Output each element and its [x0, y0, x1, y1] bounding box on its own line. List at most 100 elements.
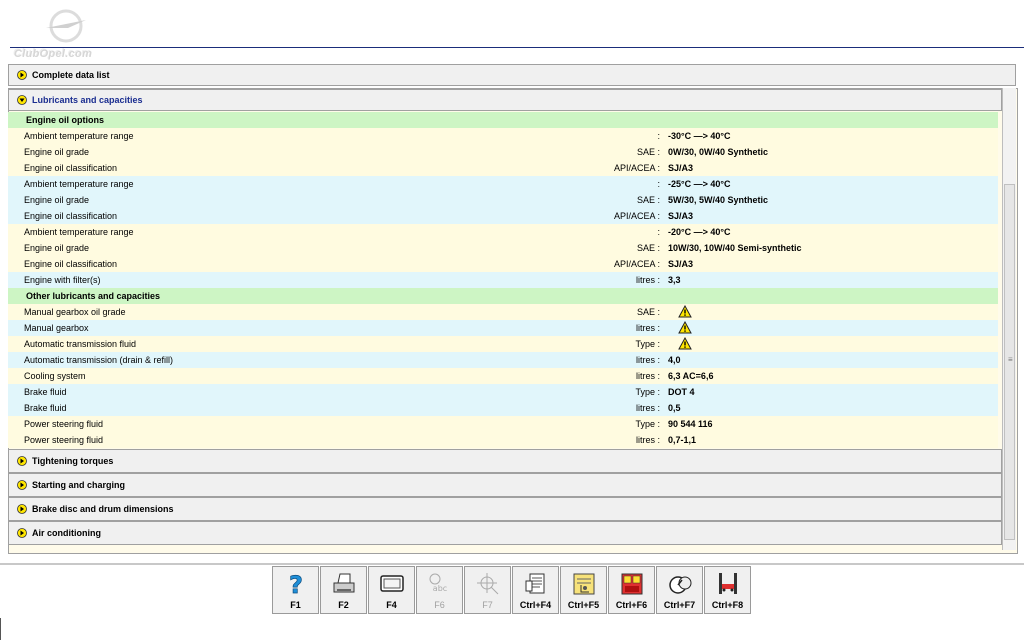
- row-label: Manual gearbox oil grade: [24, 307, 126, 317]
- row-label: Engine oil grade: [24, 243, 90, 253]
- section-label: Starting and charging: [32, 480, 126, 490]
- warning-icon[interactable]: [678, 321, 692, 334]
- table-row: Ambient temperature range : -30°C —> 40°…: [8, 128, 998, 144]
- warning-icon[interactable]: [678, 305, 692, 318]
- row-value: -30°C —> 40°C: [668, 131, 731, 141]
- ctrl-f6-button[interactable]: Ctrl+F6: [608, 566, 655, 614]
- key-label: F7: [482, 600, 493, 610]
- arrow-right-icon: [17, 480, 27, 490]
- row-unit: SAE :: [636, 147, 660, 157]
- arrow-right-icon: [17, 70, 27, 80]
- scrollbar-thumb[interactable]: ≡: [1004, 184, 1015, 540]
- row-label: Power steering fluid: [24, 419, 104, 429]
- document-icon: [525, 573, 544, 594]
- row-label: Engine oil grade: [24, 195, 90, 205]
- arrow-right-icon: [17, 504, 27, 514]
- print-button[interactable]: F2: [320, 566, 367, 614]
- group-other-lubricants: Other lubricants and capacities: [8, 288, 998, 304]
- section-starting-charging[interactable]: Starting and charging: [8, 473, 1002, 497]
- key-label: Ctrl+F4: [519, 600, 552, 610]
- section-label: Lubricants and capacities: [32, 95, 143, 105]
- row-label: Automatic transmission (drain & refill): [24, 355, 174, 365]
- arrow-down-icon: [17, 95, 27, 105]
- key-label: F6: [434, 600, 445, 610]
- table-row: Brake fluid litres : 0,5: [8, 400, 998, 416]
- window-edge: [0, 618, 1, 640]
- table-row: Ambient temperature range : -25°C —> 40°…: [8, 176, 998, 192]
- row-unit: litres :: [635, 275, 660, 285]
- table-row: Engine oil grade SAE : 10W/30, 10W/40 Se…: [8, 240, 998, 256]
- row-label: Engine oil classification: [24, 211, 118, 221]
- row-label: Brake fluid: [24, 403, 67, 413]
- row-value: DOT 4: [668, 387, 695, 397]
- table-row: Ambient temperature range : -20°C —> 40°…: [8, 224, 998, 240]
- warning-icon[interactable]: [678, 337, 692, 350]
- table-row: Cooling system litres : 6,3 AC=6,6: [8, 368, 998, 384]
- section-complete-data-list[interactable]: Complete data list: [8, 64, 1016, 86]
- row-label: Ambient temperature range: [24, 131, 134, 141]
- row-unit: litres :: [635, 323, 660, 333]
- section-lubricants[interactable]: Lubricants and capacities: [8, 89, 1002, 111]
- row-label: Cooling system: [24, 371, 86, 381]
- row-value: SJ/A3: [668, 211, 694, 221]
- row-unit: Type :: [635, 387, 660, 397]
- row-value: 5W/30, 5W/40 Synthetic: [668, 195, 769, 205]
- gauge-icon: [668, 576, 691, 594]
- row-unit: API/ACEA :: [613, 163, 660, 173]
- row-unit: litres :: [635, 435, 660, 445]
- ctrl-f5-button[interactable]: Ctrl+F5: [560, 566, 607, 614]
- table-row: Engine with filter(s) litres : 3,3: [8, 272, 998, 288]
- row-unit: litres :: [635, 371, 660, 381]
- section-brake-disc[interactable]: Brake disc and drum dimensions: [8, 497, 1002, 521]
- ctrl-f4-button[interactable]: Ctrl+F4: [512, 566, 559, 614]
- vertical-scrollbar[interactable]: ≡: [1002, 88, 1016, 550]
- table-row: Manual gearbox litres :: [8, 320, 998, 336]
- key-label: Ctrl+F7: [663, 600, 696, 610]
- section-label: Tightening torques: [32, 456, 114, 466]
- table-row: Engine oil classification API/ACEA : SJ/…: [8, 256, 998, 272]
- table-row: Engine oil grade SAE : 5W/30, 5W/40 Synt…: [8, 192, 998, 208]
- row-unit: Type :: [635, 419, 660, 429]
- text-icon: abc: [429, 573, 447, 593]
- table-row: Power steering fluid Type : 90 544 116: [8, 416, 998, 432]
- row-unit: SAE :: [636, 195, 660, 205]
- printer-icon: [333, 573, 354, 593]
- row-label: Ambient temperature range: [24, 227, 134, 237]
- ctrl-f8-button[interactable]: Ctrl+F8: [704, 566, 751, 614]
- row-value: -25°C —> 40°C: [668, 179, 731, 189]
- table-row: Engine oil classification API/ACEA : SJ/…: [8, 208, 998, 224]
- ctrl-f7-button[interactable]: Ctrl+F7: [656, 566, 703, 614]
- row-unit: litres :: [635, 355, 660, 365]
- row-unit: API/ACEA :: [613, 211, 660, 221]
- key-label: Ctrl+F5: [567, 600, 600, 610]
- display-button[interactable]: F4: [368, 566, 415, 614]
- row-value: 0W/30, 0W/40 Synthetic: [668, 147, 769, 157]
- section-air-conditioning[interactable]: Air conditioning: [8, 521, 1002, 545]
- table-row: Brake fluid Type : DOT 4: [8, 384, 998, 400]
- row-unit: SAE :: [636, 307, 660, 317]
- svg-text:?: ?: [289, 571, 303, 597]
- key-label: F2: [338, 600, 349, 610]
- row-unit: :: [657, 131, 660, 141]
- checklist-icon: [573, 573, 594, 595]
- arrow-right-icon: [17, 528, 27, 538]
- help-button[interactable]: ? F1: [272, 566, 319, 614]
- key-label: Ctrl+F8: [711, 600, 744, 610]
- row-unit: litres :: [635, 403, 660, 413]
- table-row: Automatic transmission (drain & refill) …: [8, 352, 998, 368]
- row-value: 6,3 AC=6,6: [668, 371, 714, 381]
- row-value: 90 544 116: [668, 419, 713, 429]
- row-label: Ambient temperature range: [24, 179, 134, 189]
- calendar-icon: [621, 573, 642, 595]
- arrow-right-icon: [17, 456, 27, 466]
- table-row: Automatic transmission fluid Type :: [8, 336, 998, 352]
- key-label: F4: [386, 600, 397, 610]
- row-value: SJ/A3: [668, 259, 694, 269]
- table-row: Engine oil grade SAE : 0W/30, 0W/40 Synt…: [8, 144, 998, 160]
- f7-button[interactable]: F7: [464, 566, 511, 614]
- section-tightening-torques[interactable]: Tightening torques: [8, 449, 1002, 473]
- row-unit: Type :: [635, 339, 660, 349]
- row-value: SJ/A3: [668, 163, 694, 173]
- f6-button[interactable]: abc F6: [416, 566, 463, 614]
- row-value: -20°C —> 40°C: [668, 227, 731, 237]
